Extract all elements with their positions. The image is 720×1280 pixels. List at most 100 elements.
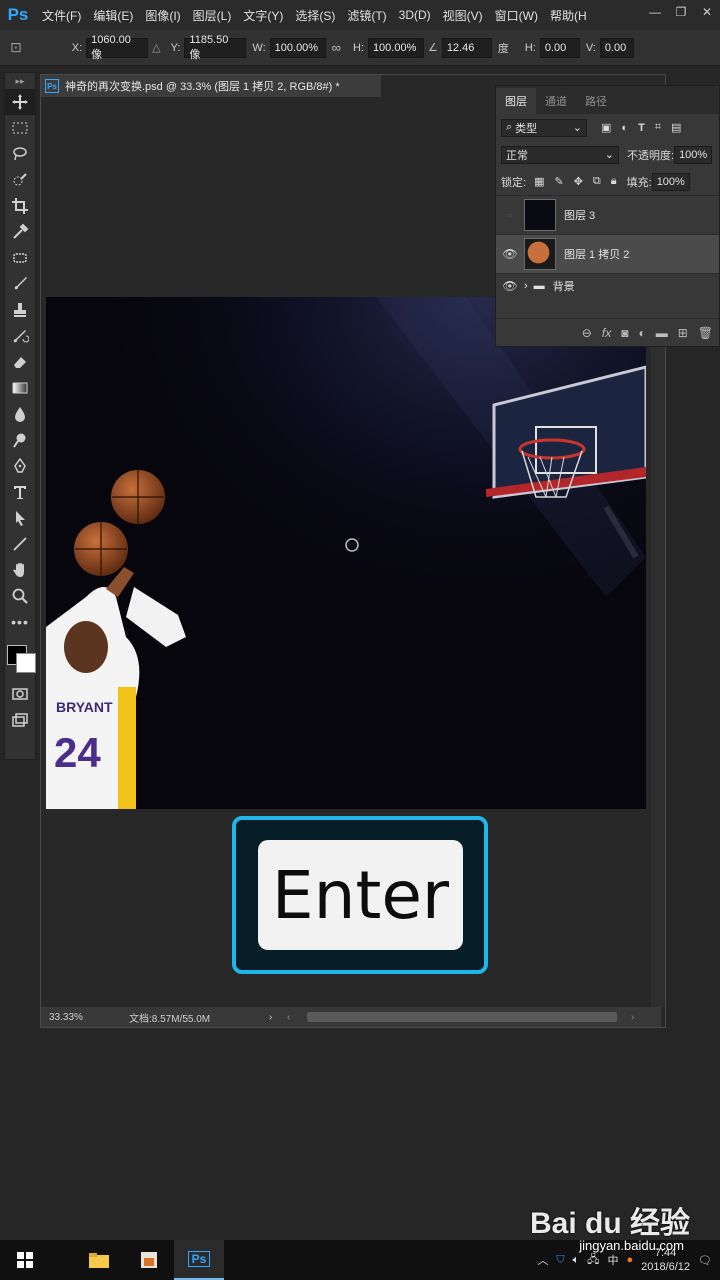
menu-edit[interactable]: 编辑(E) (87, 7, 139, 24)
crop-tool-icon[interactable] (5, 193, 35, 219)
line-tool-icon[interactable] (5, 531, 35, 557)
menu-select[interactable]: 选择(S) (289, 7, 341, 24)
network-icon[interactable]: 🖧︎ (587, 1251, 599, 1270)
filter-adjustment-icon[interactable]: ◐ (621, 122, 628, 134)
visibility-toggle-off-icon[interactable]: ▫ (496, 208, 524, 222)
horizontal-scrollbar[interactable] (307, 1012, 617, 1022)
blur-tool-icon[interactable] (5, 401, 35, 427)
menu-file[interactable]: 文件(F) (36, 7, 87, 24)
quick-mask-icon[interactable] (5, 681, 35, 707)
lock-artboard-icon[interactable]: ⧉ (593, 175, 601, 188)
h-skew-field[interactable]: 0.00 (539, 37, 580, 58)
eraser-tool-icon[interactable] (5, 349, 35, 375)
brush-tool-icon[interactable] (5, 271, 35, 297)
lock-position-icon[interactable]: ✥ (574, 175, 583, 188)
scroll-right-icon[interactable]: › (631, 1012, 634, 1023)
new-layer-icon[interactable]: ⊞ (678, 326, 688, 340)
scroll-left-icon[interactable]: ‹ (287, 1012, 307, 1023)
filter-type-icon[interactable]: T (638, 122, 645, 134)
eye-icon[interactable]: 👁︎ (496, 247, 524, 261)
menu-type[interactable]: 文字(Y) (237, 7, 289, 24)
eye-icon[interactable]: 👁︎ (496, 279, 524, 293)
hand-tool-icon[interactable] (5, 557, 35, 583)
reference-point-icon[interactable]: ⊡ (10, 39, 22, 56)
layer-row[interactable]: ▫ 图层 3 (496, 195, 719, 234)
more-tools-icon[interactable]: ••• (5, 609, 35, 635)
color-swatches[interactable] (5, 635, 36, 681)
folder-icon: ▬ (533, 279, 545, 292)
filter-shape-icon[interactable]: ⌗ (655, 121, 661, 134)
menu-layer[interactable]: 图层(L) (187, 7, 238, 24)
layer-group-row[interactable]: 👁︎ › ▬ 背景 (496, 273, 719, 297)
filter-pixel-icon[interactable]: ▣ (601, 121, 611, 134)
gradient-tool-icon[interactable] (5, 375, 35, 401)
zoom-tool-icon[interactable] (5, 583, 35, 609)
menu-image[interactable]: 图像(I) (139, 7, 186, 24)
height-field[interactable]: 100.00% (367, 37, 424, 58)
fill-field[interactable]: 100% (651, 172, 690, 191)
photoshop-taskbar-button[interactable]: Ps (174, 1240, 224, 1280)
menu-window[interactable]: 窗口(W) (489, 7, 544, 24)
pen-tool-icon[interactable] (5, 453, 35, 479)
security-shield-icon[interactable]: ⛉ (556, 1254, 564, 1267)
status-arrow-icon[interactable]: › (269, 1012, 287, 1023)
menu-3d[interactable]: 3D(D) (393, 8, 437, 22)
zoom-level[interactable]: 33.33% (49, 1012, 129, 1023)
delta-icon[interactable]: △ (152, 41, 160, 54)
menu-help[interactable]: 帮助(H (544, 7, 593, 24)
v-skew-field[interactable]: 0.00 (599, 37, 634, 58)
add-mask-icon[interactable]: ◙ (621, 326, 628, 340)
lock-pixels-icon[interactable]: ✎ (554, 175, 563, 188)
file-explorer-button[interactable] (74, 1240, 124, 1280)
link-icon[interactable]: ∞ (332, 40, 341, 55)
opacity-field[interactable]: 100% (674, 145, 713, 164)
filter-smart-object-icon[interactable]: ▤ (671, 121, 681, 134)
x-position-field[interactable]: 1060.00 像 (86, 34, 149, 61)
volume-icon[interactable]: 🔈︎ (573, 1254, 580, 1267)
artboard-image[interactable]: BRYANT 24 (46, 297, 646, 809)
healing-brush-tool-icon[interactable] (5, 245, 35, 271)
fx-icon[interactable]: fx (602, 326, 611, 340)
lasso-tool-icon[interactable] (5, 141, 35, 167)
panel-grip-icon[interactable]: ▸▸ (5, 73, 35, 89)
tab-paths[interactable]: 路径 (576, 88, 616, 114)
action-center-icon[interactable]: 🗨︎ (698, 1254, 712, 1267)
dodge-tool-icon[interactable] (5, 427, 35, 453)
tray-expand-icon[interactable]: ︿ (537, 1252, 548, 1268)
background-color-swatch[interactable] (16, 653, 36, 673)
delete-layer-icon[interactable]: 🗑︎ (698, 326, 713, 340)
notification-app-icon[interactable]: ● (626, 1254, 633, 1266)
path-selection-tool-icon[interactable] (5, 505, 35, 531)
app-button[interactable] (124, 1240, 174, 1280)
lock-all-icon[interactable]: 🔒︎ (611, 175, 617, 188)
history-brush-tool-icon[interactable] (5, 323, 35, 349)
restore-button[interactable]: ❐ (668, 0, 694, 24)
expand-chevron-icon[interactable]: › (524, 280, 528, 292)
layer-row-selected[interactable]: 👁︎ 图层 1 拷贝 2 (496, 234, 719, 273)
width-field[interactable]: 100.00% (269, 37, 326, 58)
adjustment-layer-icon[interactable]: ◐ (638, 326, 645, 340)
marquee-tool-icon[interactable] (5, 115, 35, 141)
document-tab[interactable]: Ps 神奇的再次变换.psd @ 33.3% (图层 1 拷贝 2, RGB/8… (41, 75, 381, 97)
close-button[interactable]: ✕ (694, 0, 720, 24)
lock-transparency-icon[interactable]: ▦ (534, 175, 544, 188)
move-tool-icon[interactable] (5, 89, 35, 115)
blend-mode-select[interactable]: 正常 ⌄ (501, 145, 619, 164)
link-layers-icon[interactable]: ⊖ (582, 326, 592, 340)
minimize-button[interactable]: — (642, 0, 668, 24)
screen-mode-icon[interactable] (5, 707, 35, 733)
eyedropper-tool-icon[interactable] (5, 219, 35, 245)
quick-selection-tool-icon[interactable] (5, 167, 35, 193)
angle-field[interactable]: 12.46 (441, 37, 492, 58)
tab-layers[interactable]: 图层 (496, 88, 536, 114)
start-button[interactable] (0, 1240, 50, 1280)
y-position-field[interactable]: 1185.50 像 (184, 34, 247, 61)
menu-view[interactable]: 视图(V) (437, 7, 489, 24)
ime-indicator[interactable]: 中 (607, 1252, 618, 1268)
tab-channels[interactable]: 通道 (536, 88, 576, 114)
new-group-icon[interactable]: ▬ (656, 326, 668, 340)
layer-kind-filter[interactable]: ⌕ 类型 ⌄ (501, 118, 587, 137)
type-tool-icon[interactable] (5, 479, 35, 505)
clone-stamp-tool-icon[interactable] (5, 297, 35, 323)
menu-filter[interactable]: 滤镜(T) (341, 7, 392, 24)
